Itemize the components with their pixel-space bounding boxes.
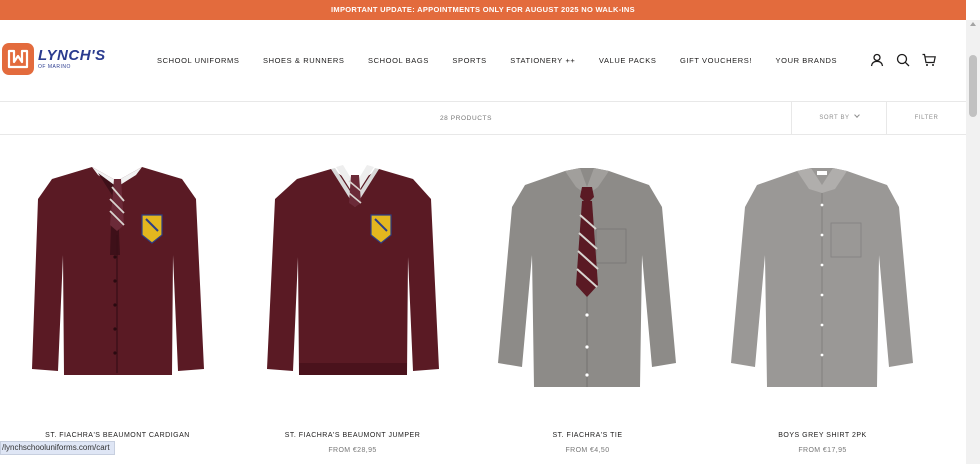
logo-subtitle: OF MARINO	[38, 64, 71, 70]
site-header: LYNCH'S OF MARINO SCHOOL UNIFORMS SHOES …	[0, 20, 966, 102]
product-grid: ST. FIACHRA'S BEAUMONT CARDIGAN ST. FIAC…	[0, 135, 966, 464]
nav-item-value-packs[interactable]: VALUE PACKS	[599, 56, 657, 65]
main-nav: SCHOOL UNIFORMS SHOES & RUNNERS SCHOOL B…	[157, 56, 861, 65]
product-card[interactable]: BOYS GREY SHIRT 2PK FROM €17,95	[705, 135, 940, 464]
store-logo[interactable]: LYNCH'S OF MARINO	[2, 43, 106, 75]
sort-by-label: SORT BY	[819, 115, 850, 121]
link-preview-status: /lynchschooluniforms.com/cart	[0, 441, 115, 455]
announcement-bar: IMPORTANT UPDATE: APPOINTMENTS ONLY FOR …	[0, 0, 966, 20]
product-price: FROM €28,95	[328, 447, 377, 454]
product-image-tie[interactable]	[470, 135, 705, 425]
product-image-jumper[interactable]	[235, 135, 470, 425]
nav-item-sports[interactable]: SPORTS	[452, 56, 486, 65]
product-title[interactable]: ST. FIACHRA'S BEAUMONT JUMPER	[235, 432, 470, 439]
nav-item-school-bags[interactable]: SCHOOL BAGS	[368, 56, 429, 65]
chevron-down-icon	[853, 112, 860, 118]
product-card[interactable]: ST. FIACHRA'S BEAUMONT JUMPER FROM €28,9…	[235, 135, 470, 464]
account-icon[interactable]	[870, 53, 884, 67]
product-title[interactable]: ST. FIACHRA'S BEAUMONT CARDIGAN	[0, 432, 235, 439]
collection-toolbar: 28 PRODUCTS SORT BY FILTER	[0, 101, 966, 135]
product-price: FROM €4,50	[565, 447, 610, 454]
nav-item-your-brands[interactable]: YOUR BRANDS	[776, 56, 838, 65]
product-image-grey-shirt[interactable]	[705, 135, 940, 425]
scroll-thumb[interactable]	[969, 55, 977, 117]
announcement-text: IMPORTANT UPDATE: APPOINTMENTS ONLY FOR …	[331, 5, 635, 14]
page-scrollbar[interactable]	[966, 20, 980, 464]
filter-button[interactable]: FILTER	[887, 102, 966, 135]
cart-icon[interactable]	[922, 53, 936, 67]
search-icon[interactable]	[896, 53, 910, 67]
scroll-up-arrow-icon[interactable]	[970, 22, 976, 26]
nav-item-gift-vouchers[interactable]: GIFT VOUCHERS!	[680, 56, 752, 65]
product-title[interactable]: ST. FIACHRA'S TIE	[470, 432, 705, 439]
nav-item-stationery[interactable]: STATIONERY ++	[510, 56, 575, 65]
logo-badge-icon	[2, 43, 34, 75]
product-price: FROM €17,95	[798, 447, 847, 454]
product-title[interactable]: BOYS GREY SHIRT 2PK	[705, 432, 940, 439]
logo-name: LYNCH'S	[38, 47, 106, 64]
nav-item-shoes-runners[interactable]: SHOES & RUNNERS	[263, 56, 345, 65]
product-card[interactable]: ST. FIACHRA'S TIE FROM €4,50	[470, 135, 705, 464]
product-card[interactable]: ST. FIACHRA'S BEAUMONT CARDIGAN	[0, 135, 235, 464]
product-image-cardigan[interactable]	[0, 135, 235, 425]
nav-item-school-uniforms[interactable]: SCHOOL UNIFORMS	[157, 56, 239, 65]
sort-by-button[interactable]: SORT BY	[791, 102, 887, 135]
